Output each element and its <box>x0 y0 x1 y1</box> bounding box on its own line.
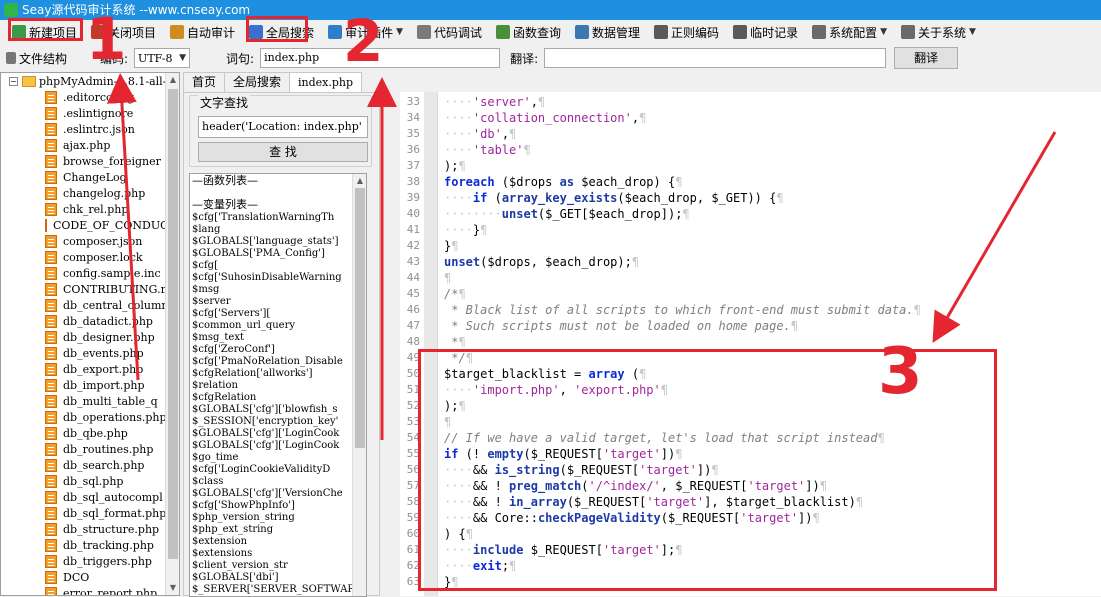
annotation-number-2: 2 <box>343 7 384 75</box>
arrow-to-tree-root <box>106 73 140 381</box>
annotation-arrows <box>106 73 1057 440</box>
annotation-number-1: 1 <box>86 5 127 73</box>
arrow-to-code-box <box>932 131 1057 343</box>
annotation-number-3: 3 <box>878 335 923 409</box>
